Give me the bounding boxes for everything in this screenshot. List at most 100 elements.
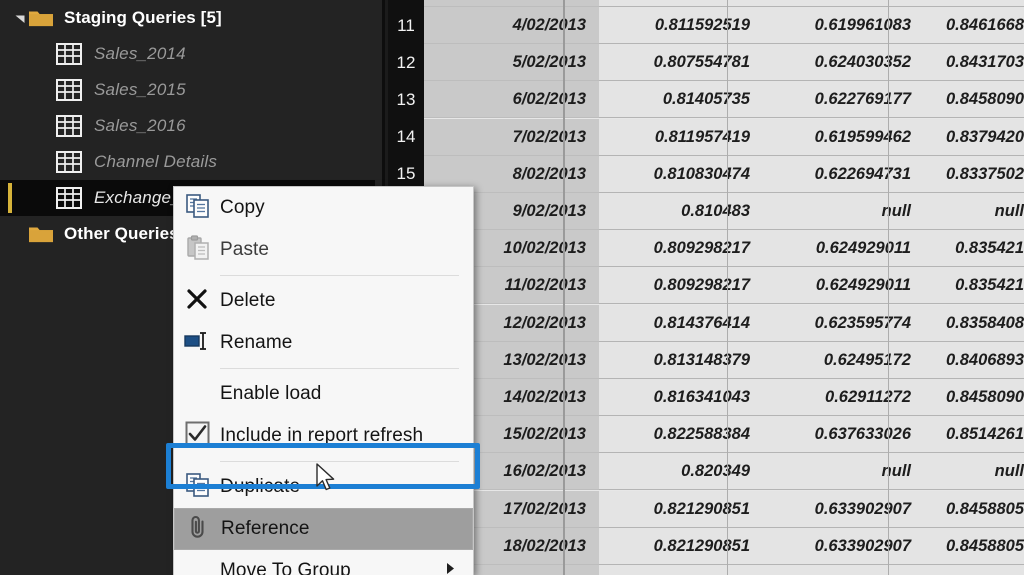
table-row[interactable]: 18/02/2013 0.821290851 0.633902907 0.845880… xyxy=(424,527,1024,565)
tree-query-channel-details[interactable]: Channel Details xyxy=(0,144,375,180)
cell-date[interactable]: 6/02/2013 xyxy=(424,81,599,119)
cell-v3[interactable]: 0.8337502 xyxy=(924,155,1024,193)
cell-date[interactable]: 7/02/2013 xyxy=(424,118,599,156)
cell-v2[interactable]: 0.623595774 xyxy=(763,304,924,342)
expand-collapse-toggle[interactable] xyxy=(12,12,28,24)
cell-v2[interactable]: 0.624929011 xyxy=(763,230,924,268)
cell-date[interactable]: 4/02/2013 xyxy=(424,7,599,44)
cell-v1[interactable]: 0.816341043 xyxy=(599,379,763,416)
menu-item-label: Paste xyxy=(220,239,270,260)
tree-query-sales-2016[interactable]: Sales_2016 xyxy=(0,108,375,144)
data-preview-grid[interactable]: 3/02/20130.8115925190.6199610830.8461668… xyxy=(388,0,1024,575)
cell-v3[interactable]: 0.8458805 xyxy=(924,527,1024,565)
table-row[interactable]: 17/02/2013 0.821290851 0.633902907 0.845880… xyxy=(424,490,1024,528)
cell-v3[interactable]: 0.8514261 xyxy=(924,416,1024,454)
power-query-editor-window: Staging Queries [5] Sales_2014 Sales_2015 S… xyxy=(0,0,1024,575)
cell-v1[interactable]: 0.807554781 xyxy=(599,44,763,82)
cell-v2[interactable]: 0.624929011 xyxy=(763,267,924,305)
cell-v1[interactable]: 0.814376414 xyxy=(599,304,763,342)
row-number[interactable]: 12 xyxy=(388,44,424,81)
cell-v3[interactable]: 0.8431703 xyxy=(924,44,1024,82)
menu-item-paste[interactable]: Paste xyxy=(174,229,473,271)
table-row[interactable]: 7/02/2013 0.811957419 0.619599462 0.8379420 xyxy=(424,118,1024,156)
cell-v1[interactable]: 0.81405735 xyxy=(599,81,763,119)
tree-query-sales-2014[interactable]: Sales_2014 xyxy=(0,36,375,72)
cell-v1[interactable]: 0.811592519 xyxy=(599,7,763,44)
cell-v1[interactable]: 0.819734454 xyxy=(599,565,763,575)
cell-v1[interactable]: 0.822588384 xyxy=(599,416,763,454)
cell-v3[interactable]: 0.835421 xyxy=(924,230,1024,268)
row-number[interactable]: 11 xyxy=(388,7,424,44)
menu-item-duplicate[interactable]: Duplicate xyxy=(174,466,473,508)
column-divider-1[interactable] xyxy=(563,0,565,575)
cell-v2[interactable]: 0.633902907 xyxy=(763,527,924,565)
table-icon xyxy=(56,187,82,209)
menu-item-move-to-group[interactable]: Move To Group xyxy=(174,550,473,575)
row-number[interactable]: 10 xyxy=(388,0,424,7)
tree-query-sales-2015[interactable]: Sales_2015 xyxy=(0,72,375,108)
table-row[interactable]: 10/02/2013 0.809298217 0.624929011 0.835421 xyxy=(424,230,1024,268)
menu-separator xyxy=(220,368,459,369)
cell-v1[interactable]: 0.809298217 xyxy=(599,230,763,268)
cell-v3[interactable]: 0.835421 xyxy=(924,267,1024,305)
menu-item-label: Reference xyxy=(221,518,310,539)
table-row[interactable]: 9/02/2013 0.810483 null null xyxy=(424,193,1024,230)
cell-v2[interactable]: 0.622769177 xyxy=(763,81,924,119)
cell-v3[interactable]: 0.8458090 xyxy=(924,379,1024,416)
cell-v2[interactable]: 0.624030352 xyxy=(763,44,924,82)
cell-v3[interactable]: null xyxy=(924,193,1024,230)
menu-item-reference[interactable]: Reference xyxy=(174,508,473,550)
table-row[interactable]: 14/02/2013 0.816341043 0.62911272 0.8458090 xyxy=(424,379,1024,416)
rename-icon xyxy=(184,331,210,356)
cell-v3[interactable]: 0.8461668 xyxy=(924,7,1024,44)
cell-v2[interactable]: null xyxy=(763,453,924,491)
row-number[interactable]: 13 xyxy=(388,81,424,118)
table-row[interactable]: 19/02/20130.8197344540.6337506770.845880… xyxy=(424,565,1024,575)
cell-v1[interactable]: 0.810483 xyxy=(599,193,763,230)
column-divider-2[interactable] xyxy=(727,0,728,575)
cell-v3[interactable]: null xyxy=(924,453,1024,491)
table-row[interactable]: 8/02/2013 0.810830474 0.622694731 0.8337502 xyxy=(424,155,1024,193)
cell-v1[interactable]: 0.821290851 xyxy=(599,490,763,528)
row-number[interactable]: 14 xyxy=(388,119,424,156)
cell-v3[interactable]: 0.8379420 xyxy=(924,118,1024,156)
cell-v1[interactable]: 0.809298217 xyxy=(599,267,763,305)
cell-v2[interactable]: 0.62911272 xyxy=(763,379,924,416)
cell-v1[interactable]: 0.810830474 xyxy=(599,155,763,193)
cell-v2[interactable]: 0.619599462 xyxy=(763,118,924,156)
cell-v2[interactable]: null xyxy=(763,193,924,230)
table-row[interactable]: 13/02/2013 0.813148379 0.62495172 0.8406893 xyxy=(424,341,1024,379)
cell-v3[interactable]: 0.8458805 xyxy=(924,565,1024,575)
table-row[interactable]: 4/02/2013 0.811592519 0.619961083 0.8461668 xyxy=(424,7,1024,44)
cell-v3[interactable]: 0.8406893 xyxy=(924,341,1024,379)
table-row[interactable]: 15/02/2013 0.822588384 0.637633026 0.851426… xyxy=(424,416,1024,454)
table-row[interactable]: 16/02/2013 0.820349 null null xyxy=(424,453,1024,491)
cell-v1[interactable]: 0.821290851 xyxy=(599,527,763,565)
cell-v3[interactable]: 0.8458805 xyxy=(924,490,1024,528)
column-divider-3[interactable] xyxy=(888,0,889,575)
table-row[interactable]: 6/02/2013 0.81405735 0.622769177 0.8458090 xyxy=(424,81,1024,119)
table-row[interactable]: 11/02/2013 0.809298217 0.624929011 0.835421 xyxy=(424,267,1024,305)
menu-item-rename[interactable]: Rename xyxy=(174,322,473,364)
menu-item-delete[interactable]: Delete xyxy=(174,280,473,322)
cell-v1[interactable]: 0.811957419 xyxy=(599,118,763,156)
query-context-menu[interactable]: Copy Paste Delete Rename Enable load Include … xyxy=(173,186,474,575)
cell-v1[interactable]: 0.820349 xyxy=(599,453,763,491)
menu-item-enable-load[interactable]: Enable load xyxy=(174,373,473,415)
menu-item-copy[interactable]: Copy xyxy=(174,187,473,229)
cell-v2[interactable]: 0.637633026 xyxy=(763,416,924,454)
cell-v3[interactable]: 0.8358408 xyxy=(924,304,1024,342)
table-row[interactable]: 5/02/2013 0.807554781 0.624030352 0.8431703 xyxy=(424,44,1024,82)
cell-v2[interactable]: 0.62495172 xyxy=(763,341,924,379)
cell-date[interactable]: 5/02/2013 xyxy=(424,44,599,82)
cell-v2[interactable]: 0.619961083 xyxy=(763,7,924,44)
cell-v1[interactable]: 0.813148379 xyxy=(599,341,763,379)
menu-item-include-in-report-refresh[interactable]: Include in report refresh xyxy=(174,415,473,457)
table-row[interactable]: 3/02/20130.8115925190.6199610830.8461668 xyxy=(424,0,1024,7)
cell-v2[interactable]: 0.622694731 xyxy=(763,155,924,193)
table-row[interactable]: 12/02/2013 0.814376414 0.623595774 0.835840… xyxy=(424,304,1024,342)
cell-v2[interactable]: 0.633750677 xyxy=(763,565,924,575)
cell-v2[interactable]: 0.633902907 xyxy=(763,490,924,528)
cell-v3[interactable]: 0.8458090 xyxy=(924,81,1024,119)
tree-group-staging-queries-5[interactable]: Staging Queries [5] xyxy=(0,0,375,36)
